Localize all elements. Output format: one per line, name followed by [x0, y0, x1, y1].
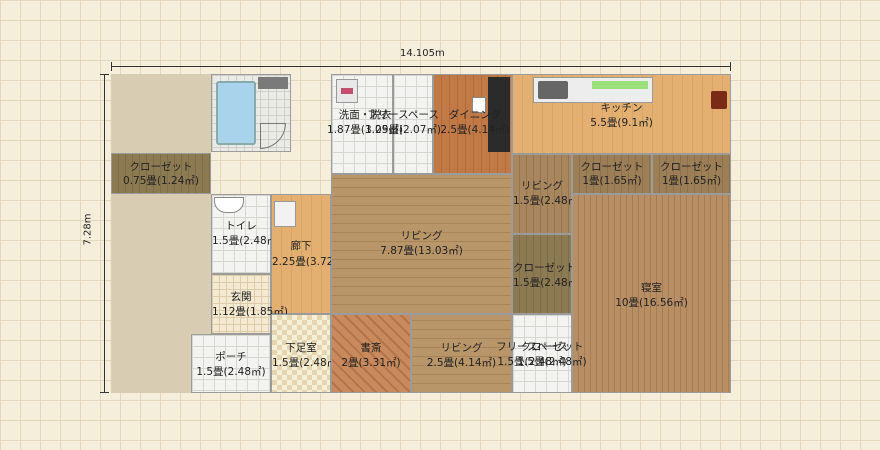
room-size: 1.5畳(2.48㎡) [513, 277, 583, 289]
room-name: クローゼット [129, 161, 193, 173]
appliance-icon [472, 97, 486, 113]
room-name: クローゼット [660, 161, 723, 173]
room-name: 廊下 [290, 240, 312, 252]
bathroom[interactable] [211, 74, 291, 152]
room-name: トイレ [225, 220, 257, 232]
toilet-icon [214, 197, 244, 213]
room-size: 1畳(1.65㎡) [661, 175, 722, 187]
room-size: 1畳(1.65㎡) [582, 175, 642, 187]
free-space-2[interactable] [512, 314, 572, 393]
room-size: 1.5畳(2.48㎡) [212, 235, 282, 247]
room-name: リビング [440, 342, 483, 354]
room-size: 10畳(16.56㎡) [615, 297, 688, 309]
room-name: 書斎 [360, 342, 382, 354]
room-name: リビング [400, 230, 443, 242]
room-name: 下足室 [285, 342, 317, 354]
room-name: クローゼット [513, 262, 576, 274]
dining-room[interactable] [433, 74, 512, 174]
kitchen[interactable]: キッチン 5.5畳(9.1㎡) [512, 74, 731, 154]
width-dimension-label: 14.105m [400, 48, 445, 59]
refrigerator-icon [488, 77, 510, 152]
room-name: クローゼット [580, 161, 644, 173]
room-name: リビング [521, 180, 563, 192]
height-dimension-label: 7.28m [82, 213, 94, 246]
room-size: 1.5畳(2.48㎡) [196, 366, 266, 378]
porch[interactable]: ポーチ 1.5畳(2.48㎡) [191, 334, 271, 393]
living-bottom[interactable]: リビング 2.5畳(4.14㎡) [411, 314, 512, 393]
living-main[interactable]: リビング 7.87畳(13.03㎡) [331, 174, 512, 314]
washroom[interactable] [331, 74, 393, 174]
room-size: 5.5畳(9.1㎡) [590, 117, 653, 129]
living-small[interactable]: リビング 1.5畳(2.48㎡) [512, 154, 583, 234]
room-size: 2.25畳(3.72㎡) [272, 256, 348, 268]
study[interactable]: 書斎 2畳(3.31㎡) [331, 314, 411, 393]
closet-mid[interactable]: クローゼット 1.5畳(2.48㎡) [512, 234, 583, 314]
room-size: 1.5畳(2.48㎡) [513, 195, 583, 207]
room-size: 2.5畳(4.14㎡) [426, 357, 497, 369]
height-dimension-line [100, 74, 109, 393]
bedroom[interactable]: 寝室 10畳(16.56㎡) [572, 194, 731, 393]
room-size: 1.5畳(2.48㎡) [272, 357, 342, 369]
kitchen-counter-icon [533, 77, 653, 103]
room-name: 玄関 [230, 291, 252, 303]
closet-left[interactable]: クローゼット 0.75畳(1.24㎡) [111, 153, 211, 194]
room-name: ポーチ [215, 351, 247, 363]
trash-can-icon [711, 91, 727, 109]
handwash-sink-icon [274, 201, 296, 227]
washbasin-icon [336, 79, 358, 103]
room-size: 7.87畳(13.03㎡) [380, 245, 463, 257]
room-name: キッチン [600, 102, 643, 114]
width-dimension-line [111, 62, 731, 71]
closet-a[interactable]: クローゼット 1畳(1.65㎡) [572, 154, 652, 194]
shoe-room[interactable]: 下足室 1.5畳(2.48㎡) [271, 314, 342, 393]
room-size: 0.75畳(1.24㎡) [123, 175, 199, 187]
hallway[interactable]: 廊下 2.25畳(3.72㎡) [271, 194, 348, 314]
shower-icon [258, 77, 288, 89]
room-size: 2畳(3.31㎡) [341, 357, 401, 369]
door-swing-icon [260, 123, 286, 149]
room-name: 寝室 [641, 282, 662, 294]
free-space-room[interactable] [393, 74, 433, 174]
room-size: 1.12畳(1.85㎡) [212, 306, 288, 318]
bathtub-icon [216, 81, 256, 145]
toilet[interactable]: トイレ 1.5畳(2.48㎡) [211, 194, 282, 274]
closet-b[interactable]: クローゼット 1畳(1.65㎡) [652, 154, 731, 194]
entrance[interactable]: 玄関 1.12畳(1.85㎡) [211, 274, 288, 334]
